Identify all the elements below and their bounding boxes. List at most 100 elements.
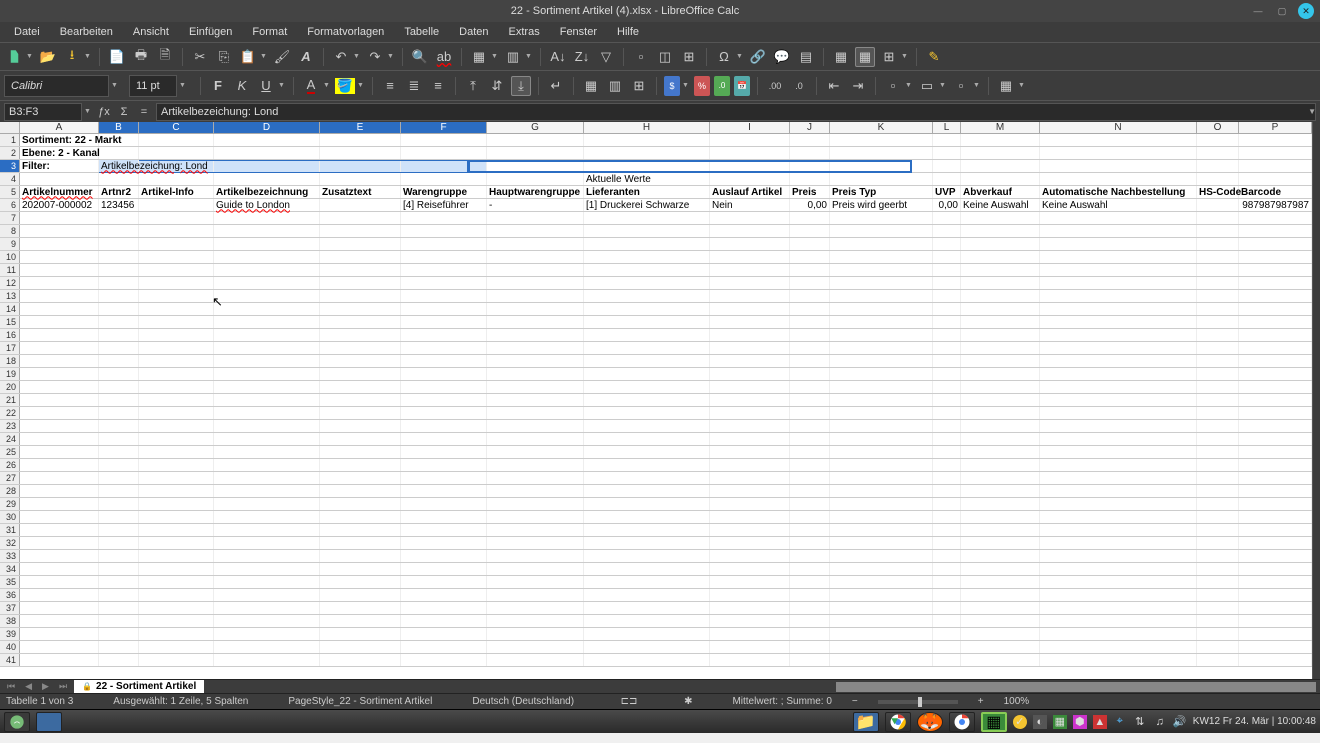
cell[interactable]: [1] Druckerei Schwarze [584, 199, 710, 211]
cell[interactable] [1239, 576, 1312, 588]
draw-button[interactable]: ✎ [924, 47, 944, 67]
row-header[interactable]: 23 [0, 420, 20, 432]
cell[interactable] [830, 134, 933, 146]
row-header[interactable]: 20 [0, 381, 20, 393]
cell[interactable] [1239, 303, 1312, 315]
volume-icon[interactable]: 🔊 [1173, 715, 1187, 729]
cell[interactable] [99, 433, 139, 445]
cell[interactable] [830, 433, 933, 445]
cell[interactable] [710, 407, 790, 419]
cell[interactable]: 123456 [99, 199, 139, 211]
date-button[interactable]: 📅 [734, 76, 750, 96]
cell[interactable] [790, 264, 830, 276]
cell[interactable]: Artikelbezeichnung [214, 186, 320, 198]
cell[interactable] [1040, 485, 1197, 497]
cell[interactable]: Warengruppe [401, 186, 487, 198]
cell[interactable] [401, 212, 487, 224]
cell[interactable] [20, 394, 99, 406]
row-header[interactable]: 31 [0, 524, 20, 536]
cell[interactable]: Auslauf Artikel [710, 186, 790, 198]
cell[interactable] [214, 368, 320, 380]
cell[interactable] [961, 264, 1040, 276]
pivot-button[interactable]: ⊞ [679, 47, 699, 67]
clear-format-button[interactable]: A [296, 47, 316, 67]
cell[interactable] [710, 654, 790, 666]
cell[interactable] [933, 160, 961, 172]
border-button[interactable]: ▫ [883, 76, 903, 96]
sidebar-strip[interactable] [1312, 122, 1320, 679]
cell[interactable] [961, 329, 1040, 341]
cell[interactable]: Ebene: 2 - Kanal [20, 147, 99, 159]
cell[interactable]: Artnr2 [99, 186, 139, 198]
row-header[interactable]: 12 [0, 277, 20, 289]
cell[interactable] [401, 147, 487, 159]
cell[interactable] [487, 238, 584, 250]
cell[interactable] [20, 290, 99, 302]
cell[interactable] [214, 329, 320, 341]
cell[interactable] [933, 277, 961, 289]
cell[interactable] [584, 355, 710, 367]
cell[interactable] [214, 628, 320, 640]
spellcheck-button[interactable]: ab [434, 47, 454, 67]
cell[interactable] [20, 459, 99, 471]
cell[interactable] [933, 446, 961, 458]
cell[interactable] [830, 576, 933, 588]
cell[interactable] [1040, 160, 1197, 172]
cell[interactable] [401, 433, 487, 445]
cell[interactable] [487, 485, 584, 497]
cell[interactable] [1239, 368, 1312, 380]
cell[interactable]: UVP [933, 186, 961, 198]
cell[interactable] [487, 537, 584, 549]
cell[interactable] [99, 459, 139, 471]
clone-format-button[interactable]: 🖌 [272, 47, 292, 67]
cell[interactable] [790, 550, 830, 562]
cell[interactable] [99, 329, 139, 341]
cell[interactable] [1197, 511, 1239, 523]
col-header-C[interactable]: C [139, 122, 214, 133]
cell[interactable] [139, 212, 214, 224]
cell[interactable] [961, 251, 1040, 263]
cell[interactable] [584, 394, 710, 406]
cell[interactable]: Sortiment: 22 - Markt [20, 134, 99, 146]
cell[interactable] [790, 628, 830, 640]
cell[interactable] [1239, 147, 1312, 159]
cell[interactable] [830, 342, 933, 354]
cell[interactable] [790, 212, 830, 224]
cell[interactable] [320, 420, 401, 432]
row-header[interactable]: 4 [0, 173, 20, 185]
cell[interactable] [1197, 420, 1239, 432]
cell[interactable] [99, 407, 139, 419]
cell[interactable] [961, 355, 1040, 367]
cell[interactable] [1197, 316, 1239, 328]
redo-button[interactable]: ↷ [365, 47, 385, 67]
cell[interactable] [790, 381, 830, 393]
cell[interactable] [710, 173, 790, 185]
cell[interactable] [790, 420, 830, 432]
cell[interactable] [99, 446, 139, 458]
cell[interactable] [320, 433, 401, 445]
cell[interactable] [1040, 446, 1197, 458]
paste-button[interactable]: 📋 [238, 47, 258, 67]
cell[interactable]: HS-Code [1197, 186, 1239, 198]
cell[interactable] [933, 147, 961, 159]
cell[interactable] [99, 173, 139, 185]
cell[interactable] [1197, 342, 1239, 354]
cell[interactable] [487, 628, 584, 640]
cell[interactable] [139, 654, 214, 666]
cell[interactable] [487, 615, 584, 627]
cell[interactable] [584, 537, 710, 549]
cell[interactable]: Barcode [1239, 186, 1312, 198]
cell[interactable] [961, 368, 1040, 380]
col-header-J[interactable]: J [790, 122, 830, 133]
cell[interactable] [99, 225, 139, 237]
cell[interactable] [1239, 173, 1312, 185]
valign-middle-button[interactable]: ⇵ [487, 76, 507, 96]
row-header[interactable]: 18 [0, 355, 20, 367]
cell[interactable] [933, 459, 961, 471]
cell[interactable]: Abverkauf [961, 186, 1040, 198]
cell[interactable] [320, 654, 401, 666]
cell[interactable] [320, 134, 401, 146]
expand-formula-icon[interactable]: ▼ [1308, 107, 1316, 116]
cell[interactable] [933, 238, 961, 250]
cell[interactable]: Preis wird geerbt [830, 199, 933, 211]
